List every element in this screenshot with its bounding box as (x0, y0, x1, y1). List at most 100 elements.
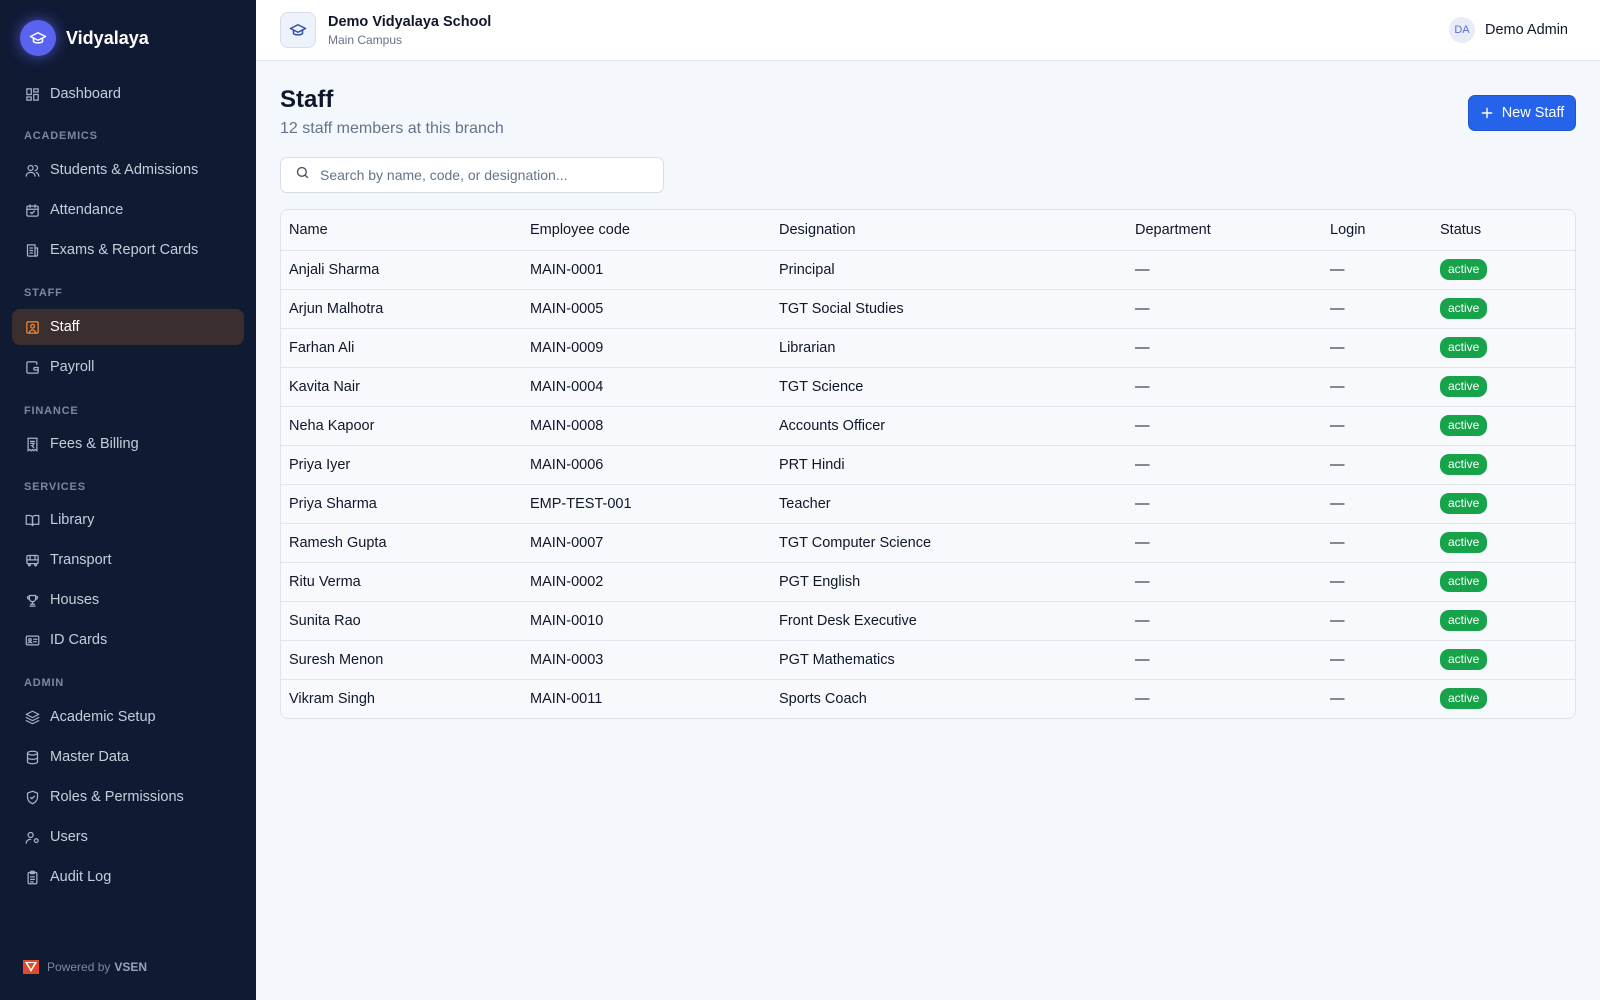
sidebar-item-label: Attendance (50, 202, 124, 218)
sidebar-item-label: Exams & Report Cards (50, 242, 199, 258)
cell-status: active (1432, 639, 1575, 679)
powered-by: Powered by VSEN (23, 960, 147, 974)
table-row[interactable]: Kavita Nair MAIN-0004 TGT Science — — active (281, 366, 1575, 406)
sidebar-item-library[interactable]: Library (12, 502, 244, 538)
cell-name: Priya Sharma (281, 483, 522, 523)
cell-department: — (1127, 561, 1322, 601)
cell-department: — (1127, 288, 1322, 328)
table-row[interactable]: Sunita Rao MAIN-0010 Front Desk Executive —… (281, 600, 1575, 640)
cell-designation: Sports Coach (771, 678, 1127, 718)
cell-department: — (1127, 483, 1322, 523)
cell-status: active (1432, 678, 1575, 718)
sidebar-item-students[interactable]: Students & Admissions (12, 152, 244, 188)
cell-login: — (1322, 327, 1432, 367)
sidebar-item-label: Fees & Billing (50, 436, 139, 452)
table-row[interactable]: Ramesh Gupta MAIN-0007 TGT Computer Scienc… (281, 522, 1575, 562)
new-staff-button[interactable]: New Staff (1468, 95, 1576, 131)
trophy-icon (24, 592, 40, 608)
sidebar-item-users[interactable]: Users (12, 819, 244, 855)
column-header-designation[interactable]: Designation (771, 210, 1127, 250)
cell-name: Kavita Nair (281, 366, 522, 406)
school-cap-icon (280, 12, 316, 48)
cell-name: Priya Iyer (281, 444, 522, 484)
table-row[interactable]: Arjun Malhotra MAIN-0005 TGT Social Studie… (281, 288, 1575, 328)
cell-login: — (1322, 600, 1432, 640)
search-icon (295, 165, 310, 185)
table-row[interactable]: Farhan Ali MAIN-0009 Librarian — — active (281, 327, 1575, 367)
section-label-admin: ADMIN (24, 677, 65, 689)
sidebar-item-transport[interactable]: Transport (12, 542, 244, 578)
clipboard-list-icon (24, 869, 40, 885)
status-badge: active (1440, 532, 1488, 553)
sidebar-item-attendance[interactable]: Attendance (12, 192, 244, 228)
column-header-status[interactable]: Status (1432, 210, 1575, 250)
user-menu[interactable]: DA Demo Admin (1448, 17, 1568, 43)
powered-prefix: Powered by (47, 960, 111, 974)
cell-department: — (1127, 444, 1322, 484)
cell-department: — (1127, 639, 1322, 679)
sidebar-item-staff[interactable]: Staff (12, 309, 244, 345)
cell-designation: Teacher (771, 483, 1127, 523)
cell-name: Anjali Sharma (281, 249, 522, 289)
sidebar-item-fees[interactable]: Fees & Billing (12, 426, 244, 462)
brand[interactable]: Vidyalaya (20, 20, 149, 56)
receipt-rupee-icon (24, 436, 40, 452)
cell-designation: TGT Science (771, 366, 1127, 406)
sidebar-item-audit[interactable]: Audit Log (12, 859, 244, 895)
column-header-name[interactable]: Name (281, 210, 522, 250)
staff-table: Name Employee code Designation Departmen… (280, 209, 1576, 719)
report-card-icon (24, 242, 40, 258)
cell-name: Farhan Ali (281, 327, 522, 367)
user-cog-icon (24, 829, 40, 845)
search-input[interactable] (320, 167, 650, 183)
status-badge: active (1440, 610, 1488, 631)
table-row[interactable]: Vikram Singh MAIN-0011 Sports Coach — — activ… (281, 678, 1575, 718)
sidebar-item-exams[interactable]: Exams & Report Cards (12, 232, 244, 268)
cell-department: — (1127, 678, 1322, 718)
cell-designation: TGT Computer Science (771, 522, 1127, 562)
table-row[interactable]: Priya Sharma EMP-TEST-001 Teacher — — active (281, 483, 1575, 523)
column-header-code[interactable]: Employee code (522, 210, 771, 250)
sidebar-item-payroll[interactable]: Payroll (12, 349, 244, 385)
cell-department: — (1127, 405, 1322, 445)
bus-icon (24, 552, 40, 568)
cell-login: — (1322, 639, 1432, 679)
table-row[interactable]: Ritu Verma MAIN-0002 PGT English — — active (281, 561, 1575, 601)
cell-login: — (1322, 366, 1432, 406)
column-header-department[interactable]: Department (1127, 210, 1322, 250)
table-row[interactable]: Neha Kapoor MAIN-0008 Accounts Officer — — ac… (281, 405, 1575, 445)
sidebar-item-academic-setup[interactable]: Academic Setup (12, 699, 244, 735)
sidebar-item-roles[interactable]: Roles & Permissions (12, 779, 244, 815)
school-name: Demo Vidyalaya School (328, 14, 492, 30)
id-card-icon (24, 632, 40, 648)
table-row[interactable]: Priya Iyer MAIN-0006 PRT Hindi — — active (281, 444, 1575, 484)
cell-employee-code: MAIN-0008 (522, 405, 771, 445)
column-header-login[interactable]: Login (1322, 210, 1432, 250)
sidebar-item-idcards[interactable]: ID Cards (12, 622, 244, 658)
status-badge: active (1440, 571, 1488, 592)
graduation-cap-icon (20, 20, 56, 56)
cell-designation: PGT Mathematics (771, 639, 1127, 679)
sidebar-item-label: Users (50, 829, 88, 845)
sidebar-item-label: Transport (50, 552, 112, 568)
sidebar-item-master-data[interactable]: Master Data (12, 739, 244, 775)
powered-brand: VSEN (114, 960, 148, 974)
cell-login: — (1322, 561, 1432, 601)
sidebar-item-dashboard[interactable]: Dashboard (12, 76, 244, 112)
sidebar-item-label: Staff (50, 319, 80, 335)
sidebar-item-label: Students & Admissions (50, 162, 199, 178)
cell-login: — (1322, 249, 1432, 289)
new-staff-label: New Staff (1501, 105, 1565, 121)
table-row[interactable]: Suresh Menon MAIN-0003 PGT Mathematics — — ac… (281, 639, 1575, 679)
page-title: Staff (280, 86, 334, 113)
cell-name: Ramesh Gupta (281, 522, 522, 562)
sidebar-item-houses[interactable]: Houses (12, 582, 244, 618)
table-row[interactable]: Anjali Sharma MAIN-0001 Principal — — active (281, 249, 1575, 289)
dashboard-icon (24, 86, 40, 102)
table-body: Anjali Sharma MAIN-0001 Principal — — active A… (281, 249, 1575, 718)
status-badge: active (1440, 337, 1488, 358)
brand-name: Vidyalaya (66, 27, 149, 48)
cell-employee-code: EMP-TEST-001 (522, 483, 771, 523)
vsen-logo-icon (23, 960, 39, 974)
cell-status: active (1432, 405, 1575, 445)
